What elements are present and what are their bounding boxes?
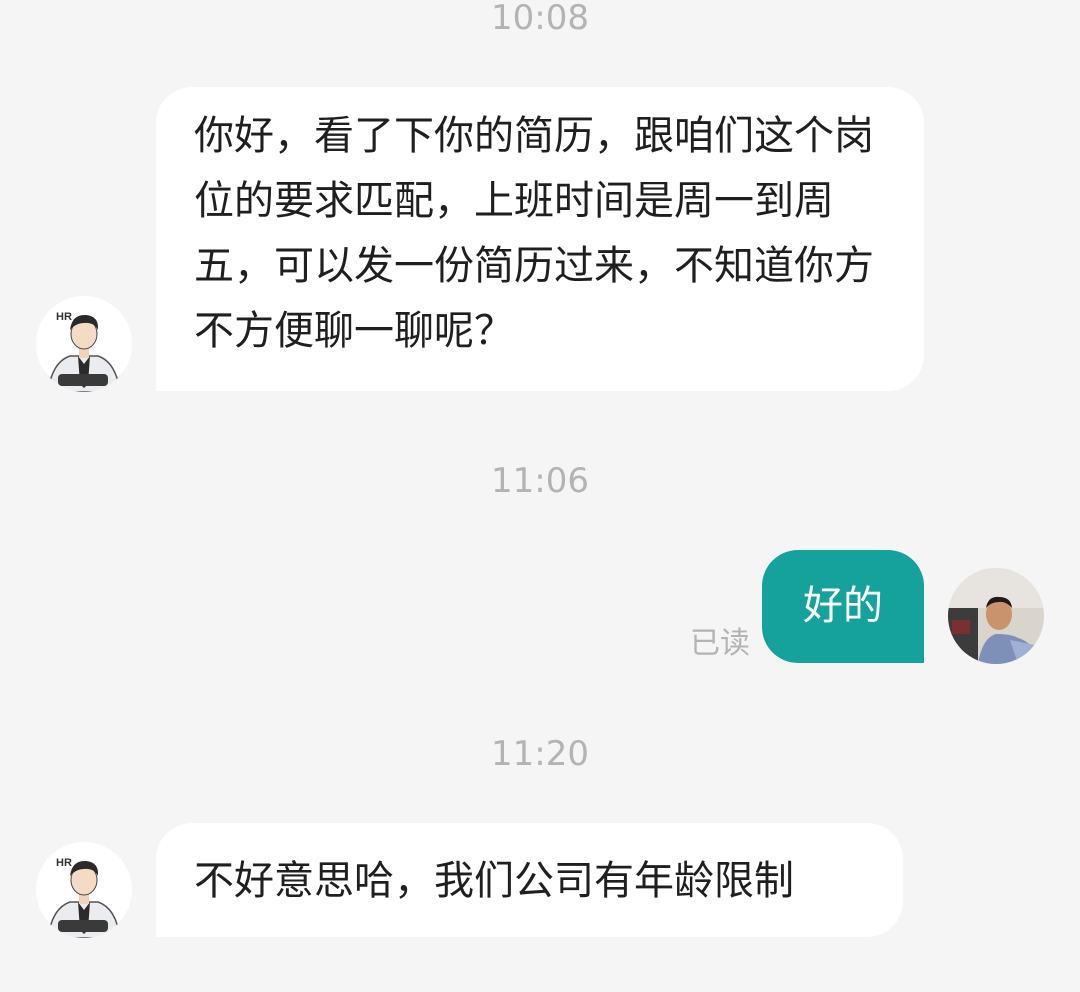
read-receipt: 已读 bbox=[690, 626, 750, 661]
outgoing-message-bubble[interactable]: 好的 bbox=[762, 550, 924, 663]
hr-badge-text: HR bbox=[56, 311, 72, 323]
timestamp: 11:20 bbox=[491, 734, 589, 774]
incoming-message-bubble[interactable]: 你好，看了下你的简历，跟咱们这个岗位的要求匹配，上班时间是周一到周五，可以发一份… bbox=[156, 87, 924, 391]
chat-thread[interactable]: 10:08 HR 你好，看了下你的简历，跟咱们这个岗位的要求匹配，上班时间是周一… bbox=[0, 0, 1080, 992]
user-avatar[interactable] bbox=[948, 568, 1044, 664]
message-text: 你好，看了下你的简历，跟咱们这个岗位的要求匹配，上班时间是周一到周五，可以发一份… bbox=[194, 113, 874, 354]
hr-badge-text: HR bbox=[56, 857, 72, 869]
incoming-message-bubble[interactable]: 不好意思哈，我们公司有年龄限制 bbox=[156, 823, 903, 937]
timestamp: 10:08 bbox=[491, 0, 589, 38]
timestamp: 11:06 bbox=[491, 461, 589, 501]
message-text: 好的 bbox=[803, 583, 883, 629]
message-text: 不好意思哈，我们公司有年龄限制 bbox=[194, 858, 794, 904]
hr-avatar[interactable]: HR bbox=[36, 842, 132, 938]
hr-avatar[interactable]: HR bbox=[36, 296, 132, 392]
